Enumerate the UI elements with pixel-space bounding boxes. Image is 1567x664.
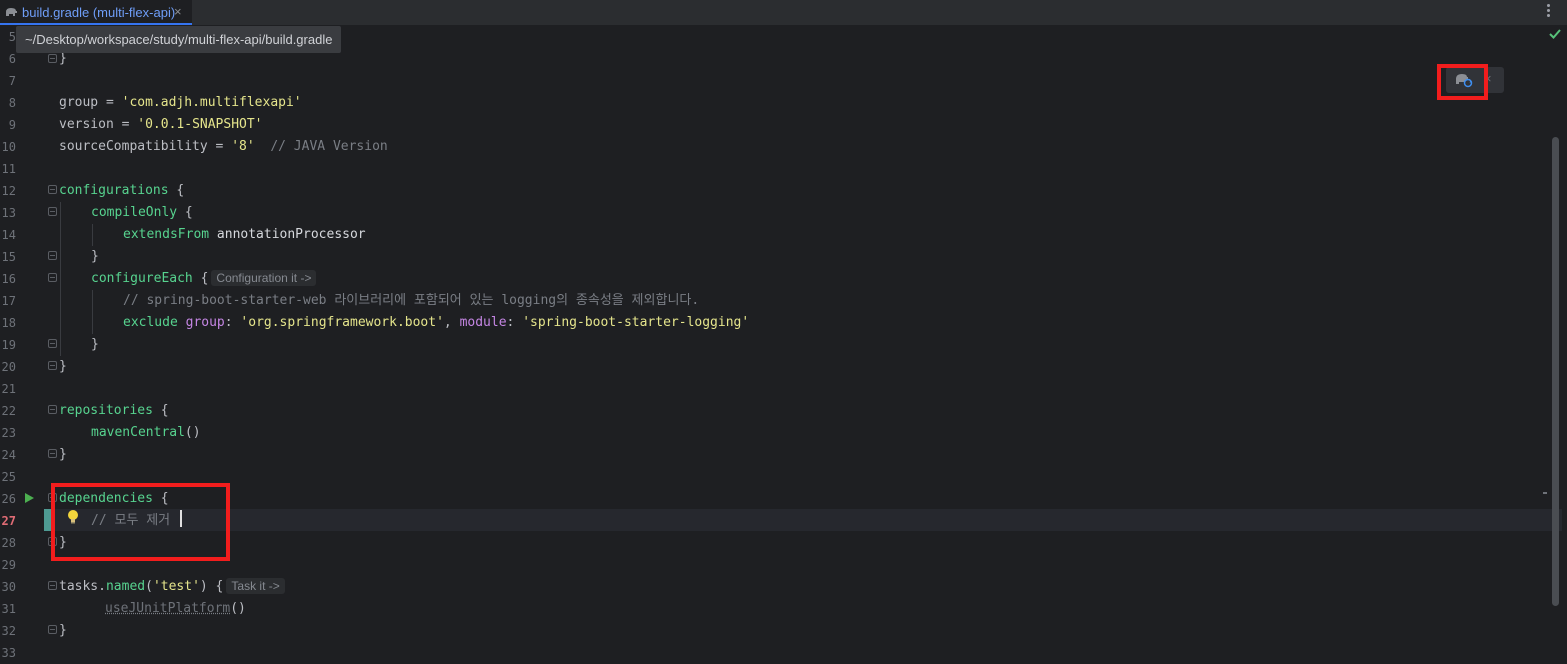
code-line-8: group = 'com.adjh.multiflexapi' [59, 95, 302, 110]
gradle-elephant-icon [6, 8, 17, 16]
line-number: 21 [1, 382, 16, 396]
fold-marker-icon[interactable] [48, 251, 57, 260]
line-number: 15 [1, 250, 16, 264]
vertical-scrollbar[interactable] [1552, 137, 1559, 606]
line-number: 10 [1, 140, 16, 154]
more-options-icon[interactable] [1547, 4, 1551, 20]
line-number: 24 [1, 448, 16, 462]
code-editor[interactable]: 5 6 7 8 9 10 11 12 13 14 15 16 17 18 19 … [0, 26, 1567, 662]
scroll-marker [1543, 492, 1547, 494]
fold-marker-icon[interactable] [48, 207, 57, 216]
line-number: 33 [1, 646, 16, 660]
fold-marker-icon[interactable] [48, 449, 57, 458]
line-number: 30 [1, 580, 16, 594]
line-number: 11 [1, 162, 16, 176]
code-line-12: configurations { [59, 183, 185, 198]
code-line-14: extendsFrom annotationProcessor [123, 227, 366, 242]
fold-marker-icon[interactable] [48, 339, 57, 348]
line-number: 22 [1, 404, 16, 418]
code-line-24: } [59, 447, 67, 462]
line-number: 31 [1, 602, 16, 616]
indent-guide [60, 202, 61, 356]
line-number: 6 [8, 52, 16, 66]
line-number: 18 [1, 316, 16, 330]
line-number-current: 27 [1, 514, 16, 528]
fold-marker-icon[interactable] [48, 361, 57, 370]
line-number: 9 [8, 118, 16, 132]
change-marker [44, 509, 51, 531]
tab-title: build.gradle (multi-flex-api) [22, 5, 176, 20]
fold-marker-icon[interactable] [48, 581, 57, 590]
highlight-box-gradle-reload [1437, 64, 1488, 100]
line-number: 32 [1, 624, 16, 638]
code-line-10: sourceCompatibility = '8' // JAVA Versio… [59, 139, 388, 154]
line-number: 12 [1, 184, 16, 198]
fold-marker-icon[interactable] [48, 185, 57, 194]
check-icon [1549, 29, 1561, 39]
code-line-15: } [91, 249, 99, 264]
current-line-highlight [52, 509, 1562, 531]
tab-close-icon[interactable]: × [174, 4, 182, 19]
code-line-31: useJUnitPlatform() [105, 601, 246, 616]
tab-build-gradle[interactable]: build.gradle (multi-flex-api) × [0, 0, 192, 25]
fold-marker-icon[interactable] [48, 625, 57, 634]
indent-guide [92, 290, 93, 334]
code-line-18: exclude group: 'org.springframework.boot… [123, 315, 750, 330]
code-line-16: configureEach {Configuration it -> [91, 268, 317, 290]
fold-marker-icon[interactable] [48, 273, 57, 282]
file-path-tooltip: ~/Desktop/workspace/study/multi-flex-api… [16, 26, 342, 53]
line-number: 7 [8, 74, 16, 88]
line-number: 5 [8, 30, 16, 44]
line-number: 26 [1, 492, 16, 506]
line-number: 19 [1, 338, 16, 352]
inlay-hint: Configuration it -> [211, 270, 317, 286]
line-number: 16 [1, 272, 16, 286]
line-number: 28 [1, 536, 16, 550]
editor-tab-bar: build.gradle (multi-flex-api) × [0, 0, 1567, 26]
line-number: 29 [1, 558, 16, 572]
code-line-9: version = '0.0.1-SNAPSHOT' [59, 117, 263, 132]
line-number: 14 [1, 228, 16, 242]
code-line-17: // spring-boot-starter-web 라이브러리에 포함되어 있… [123, 293, 700, 308]
code-line-13: compileOnly { [91, 205, 193, 220]
code-line-23: mavenCentral() [91, 425, 201, 440]
inlay-hint: Task it -> [226, 578, 285, 594]
line-number: 13 [1, 206, 16, 220]
code-line-20: } [59, 359, 67, 374]
line-number: 20 [1, 360, 16, 374]
run-gutter-icon[interactable] [25, 493, 34, 503]
fold-marker-icon[interactable] [48, 54, 57, 63]
line-number: 23 [1, 426, 16, 440]
line-number: 8 [8, 96, 16, 110]
code-line-19: } [91, 337, 99, 352]
code-line-30: tasks.named('test') {Task it -> [59, 576, 285, 598]
code-line-32: } [59, 623, 67, 638]
indent-guide [92, 224, 93, 246]
highlight-box-dependencies [51, 483, 230, 561]
fold-marker-icon[interactable] [48, 405, 57, 414]
code-line-22: repositories { [59, 403, 169, 418]
line-number: 25 [1, 470, 16, 484]
line-number: 17 [1, 294, 16, 308]
